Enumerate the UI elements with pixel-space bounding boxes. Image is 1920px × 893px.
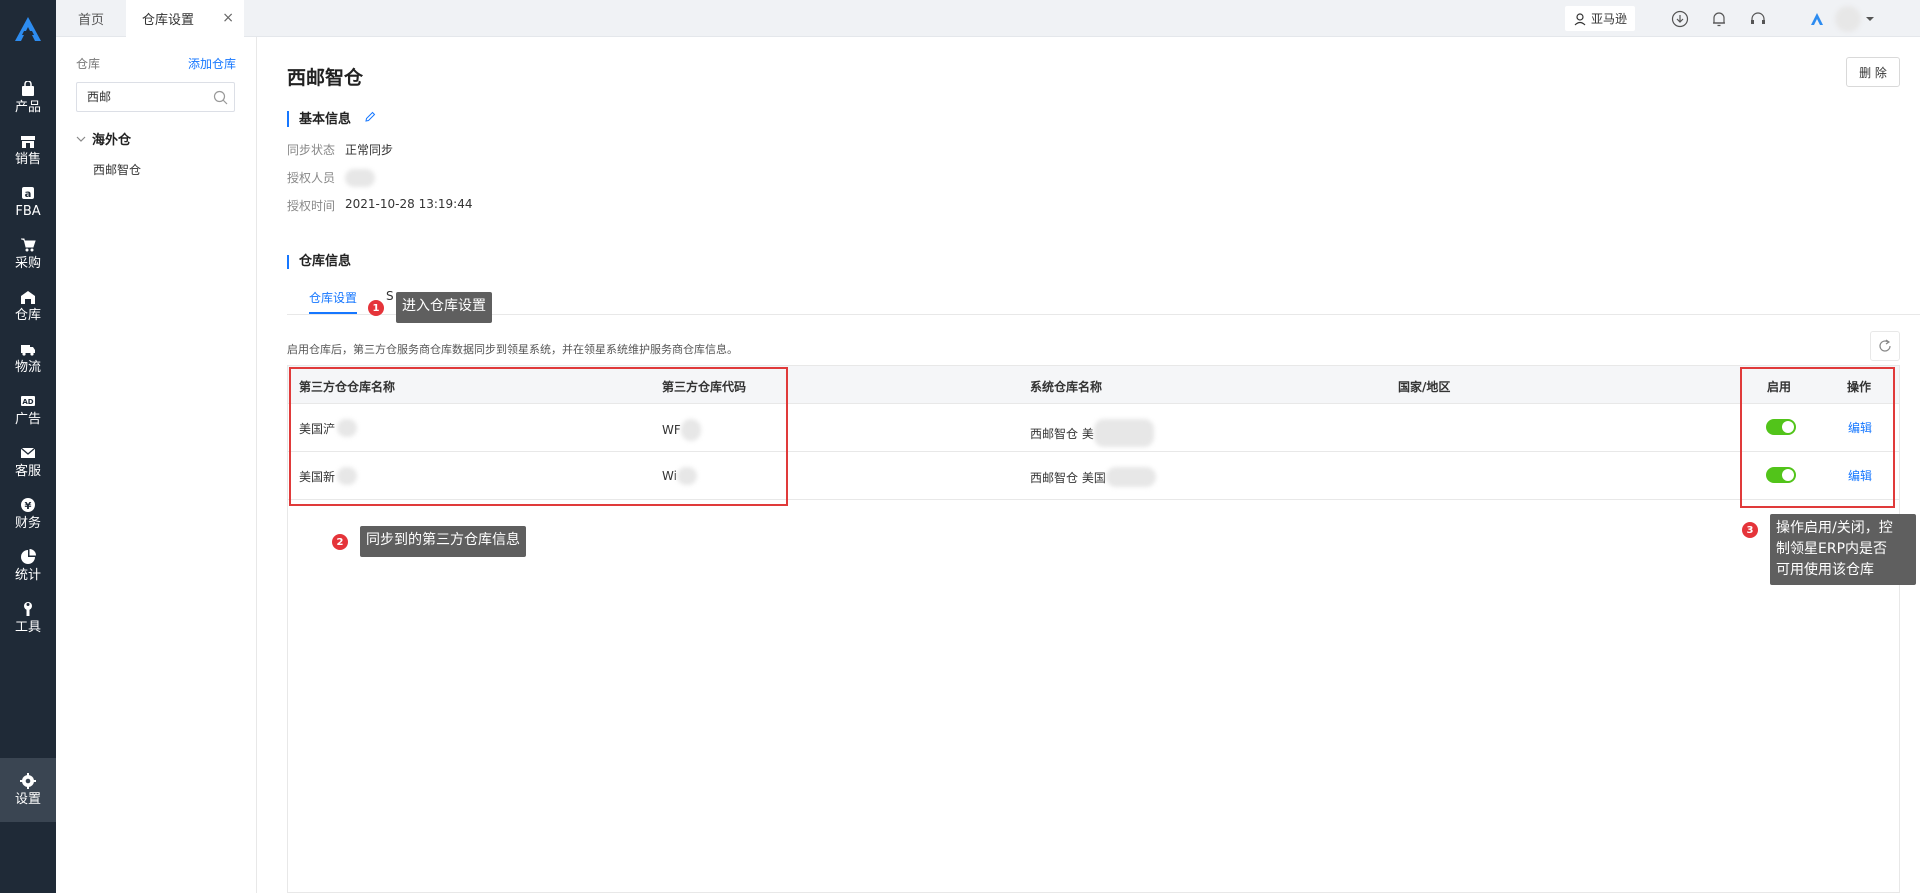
pie-icon [21, 548, 36, 564]
section-title: 基本信息 [299, 112, 352, 127]
nav-settings[interactable]: 设置 [0, 758, 56, 822]
tab-warehouse-config[interactable]: 仓库设置 [309, 289, 358, 314]
nav-label: 物流 [14, 359, 41, 375]
annotation-callout-2: 同步到的第三方仓库信息 [360, 526, 526, 557]
annotation-box-toggle [1740, 367, 1895, 508]
field-value: 2021-10-28 13:19:44 [345, 197, 473, 211]
download-icon[interactable] [1671, 10, 1689, 28]
tree-group-label: 海外仓 [92, 133, 132, 148]
annotation-badge-1: 1 [368, 300, 384, 316]
warehouse-info-header: 仓库信息 [287, 255, 351, 269]
nav-label: 销售 [14, 151, 41, 167]
top-bar: 首页 仓库设置 × 亚马逊 [56, 0, 1920, 37]
logo-icon [15, 17, 41, 41]
tree-group-overseas[interactable]: 海外仓 [76, 129, 131, 148]
a-box-icon: a [22, 186, 34, 200]
ad-icon: AD [21, 395, 35, 406]
app-logo[interactable] [0, 0, 56, 58]
nav-rail: 产品 销售 a FBA 采购 仓库 物流 AD 广告 客服 ¥ 财务 统计 工具 [0, 0, 56, 893]
nav-label: 设置 [14, 791, 41, 807]
redacted-cell [1105, 467, 1156, 487]
tab-label: 仓库设置 [142, 13, 195, 28]
wrench-icon [24, 601, 32, 616]
cell-sys: 西邮智仓 美国 [1030, 467, 1156, 487]
search-icon[interactable] [213, 90, 228, 105]
search-input[interactable]: 西邮 [76, 82, 235, 112]
nav-label: 采购 [14, 255, 41, 271]
col-header: 系统仓库名称 [1030, 380, 1103, 394]
nav-label: 统计 [14, 567, 41, 583]
annotation-callout-1: 进入仓库设置 [396, 292, 492, 323]
redacted-user [345, 169, 376, 187]
redacted-cell [1093, 419, 1154, 447]
amazon-button[interactable]: 亚马逊 [1565, 6, 1636, 31]
annotation-badge-3: 3 [1742, 522, 1758, 538]
callout-line: 操作启用/关闭，控 [1776, 520, 1893, 536]
refresh-icon [1879, 339, 1891, 352]
delete-button[interactable]: 删 除 [1846, 57, 1900, 87]
annotation-callout-3: 操作启用/关闭，控 制领星ERP内是否 可用使用该仓库 [1770, 514, 1916, 585]
gear-icon [20, 772, 36, 789]
cell-text: 西邮智仓 美国 [1030, 470, 1106, 485]
brand-icon [1811, 13, 1823, 25]
field-key: 同步状态 [287, 143, 336, 157]
callout-line: 可用使用该仓库 [1776, 562, 1874, 578]
amazon-label: 亚马逊 [1591, 12, 1628, 26]
warehouse-sidebar: 仓库 添加仓库 西邮 海外仓 西邮智仓 [56, 37, 257, 893]
field-value: 正常同步 [345, 143, 394, 157]
tab-home[interactable]: 首页 [56, 0, 126, 37]
store-icon [21, 135, 35, 148]
bag-icon [22, 80, 34, 96]
nav-label: 产品 [14, 99, 41, 115]
edit-pencil-icon[interactable] [364, 111, 376, 123]
nav-label: 广告 [14, 411, 41, 427]
warehouse-tabs: 仓库设置 S [287, 289, 1920, 315]
chevron-down-icon[interactable] [1865, 14, 1875, 24]
tab-close-icon[interactable]: × [222, 10, 234, 26]
refresh-button[interactable] [1870, 331, 1900, 361]
warehouse-icon [21, 290, 35, 304]
annotation-box-synced [289, 367, 788, 506]
page-title: 西邮智仓 [287, 67, 364, 89]
field-key: 授权时间 [287, 199, 336, 213]
nav-label: 客服 [14, 463, 41, 479]
tab-extra[interactable]: S [386, 289, 394, 303]
bell-icon[interactable] [1710, 10, 1728, 28]
user-icon [1574, 12, 1586, 25]
nav-label: 仓库 [14, 307, 41, 323]
nav-tools[interactable]: 工具 [0, 586, 56, 650]
tab-warehouse-settings[interactable]: 仓库设置 × [126, 0, 244, 37]
svg-text:¥: ¥ [25, 501, 32, 512]
callout-line: 制领星ERP内是否 [1776, 541, 1888, 557]
svg-text:AD: AD [22, 398, 33, 406]
search-value: 西邮 [87, 90, 112, 104]
field-key: 授权人员 [287, 171, 336, 185]
avatar[interactable] [1835, 6, 1861, 32]
coin-icon: ¥ [21, 497, 35, 512]
cell-text: 西邮智仓 美 [1030, 426, 1094, 441]
col-header: 国家/地区 [1398, 380, 1451, 394]
sidebar-header: 仓库 [76, 57, 101, 71]
nav-label: 财务 [14, 515, 41, 531]
chevron-down-icon [76, 136, 86, 142]
headset-icon[interactable] [1749, 10, 1767, 28]
field-auth-time: 授权时间 2021-10-28 13:19:44 [287, 197, 472, 214]
svg-text:a: a [25, 189, 32, 200]
add-warehouse-link[interactable]: 添加仓库 [188, 55, 236, 72]
cart-icon [21, 238, 36, 251]
nav-label: FBA [15, 203, 41, 219]
basic-info-header: 基本信息 [287, 111, 376, 127]
mail-icon [20, 447, 36, 458]
field-sync-status: 同步状态 正常同步 [287, 141, 393, 158]
field-authorized-user: 授权人员 [287, 169, 376, 187]
truck-icon [21, 344, 35, 356]
annotation-badge-2: 2 [332, 534, 348, 550]
cell-sys: 西邮智仓 美 [1030, 419, 1154, 447]
nav-label: 工具 [14, 619, 41, 635]
info-note: 启用仓库后，第三方仓服务商仓库数据同步到领星系统，并在领星系统维护服务商仓库信息… [287, 343, 738, 356]
tree-item-xiyou[interactable]: 西邮智仓 [93, 161, 141, 178]
